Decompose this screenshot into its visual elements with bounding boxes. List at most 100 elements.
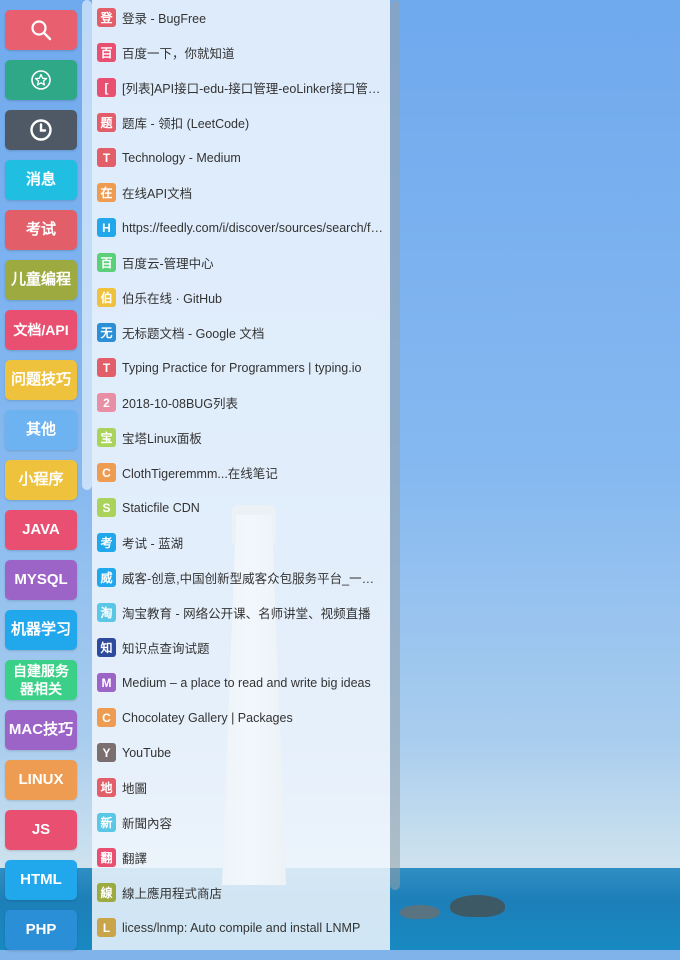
bookmark-title: 百度一下，你就知道 (122, 47, 235, 61)
category-button[interactable]: 问题技巧 (5, 360, 77, 400)
bookmark-item[interactable]: 百百度一下，你就知道 (92, 35, 390, 70)
bookmark-initial-badge: C (97, 463, 116, 482)
bookmark-item[interactable]: 新新聞內容 (92, 805, 390, 840)
bookmark-item[interactable]: 線線上應用程式商店 (92, 875, 390, 910)
bookmark-initial-badge: 新 (97, 813, 116, 832)
category-button[interactable]: 机器学习 (5, 610, 77, 650)
category-button[interactable]: PHP (5, 910, 77, 950)
bookmark-item[interactable]: 伯伯乐在线 · GitHub (92, 280, 390, 315)
category-label: 消息 (25, 171, 56, 188)
category-label: HTML (20, 871, 62, 888)
bookmark-item[interactable]: 2 2018-10-08BUG列表 (92, 385, 390, 420)
category-button[interactable]: JAVA (5, 510, 77, 550)
bookmark-item[interactable]: 在在线API文档 (92, 175, 390, 210)
category-label: 自建服务器相关 (13, 663, 69, 697)
bookmark-item[interactable]: Y YouTube (92, 735, 390, 770)
search-icon (30, 19, 52, 41)
bookmark-item[interactable]: 无无标题文档 - Google 文档 (92, 315, 390, 350)
category-button[interactable]: HTML (5, 860, 77, 900)
category-button[interactable]: 儿童编程 (5, 260, 77, 300)
category-label: JAVA (22, 521, 60, 538)
category-label: 考试 (25, 221, 56, 238)
bookmark-title: 翻譯 (122, 852, 148, 866)
bookmark-item[interactable]: C ClothTigeremmm...在线笔记 (92, 455, 390, 490)
category-button[interactable]: 其他 (5, 410, 77, 450)
bookmark-initial-badge: L (97, 918, 116, 937)
bookmark-item[interactable]: 威威客-创意,中国创新型威客众包服务平台_一品威客网 (92, 560, 390, 595)
category-clock-button[interactable] (5, 110, 77, 150)
bookmark-initial-badge: [ (97, 78, 116, 97)
bookmark-title: 无标题文档 - Google 文档 (122, 327, 265, 341)
category-search-button[interactable] (5, 10, 77, 50)
bookmark-title: 威客-创意,中国创新型威客众包服务平台_一品威客网 (122, 572, 384, 586)
bookmark-initial-badge: 考 (97, 533, 116, 552)
bookmark-initial-badge: S (97, 498, 116, 517)
bookmark-item[interactable]: 淘淘宝教育 - 网络公开课、名师讲堂、视频直播 (92, 595, 390, 630)
bookmark-item[interactable]: M Medium – a place to read and write big … (92, 665, 390, 700)
bookmark-item[interactable]: C Chocolatey Gallery | Packages (92, 700, 390, 735)
bookmark-initial-badge: M (97, 673, 116, 692)
bookmark-panel: 登登录 - BugFree 百百度一下，你就知道[[列表]API接口-edu-接口… (92, 0, 390, 950)
bookmark-item[interactable]: T Typing Practice for Programmers | typin… (92, 350, 390, 385)
bookmark-initial-badge: 宝 (97, 428, 116, 447)
category-label: MAC技巧 (8, 721, 74, 738)
bookmark-initial-badge: 知 (97, 638, 116, 657)
category-button[interactable]: LINUX (5, 760, 77, 800)
bookmark-scrollbar[interactable] (390, 0, 400, 890)
bookmark-title: 知识点查询试题 (122, 642, 210, 656)
bookmark-title: Typing Practice for Programmers | typing… (122, 360, 362, 375)
category-label: 文档/API (13, 322, 69, 338)
bookmark-title: 在线API文档 (122, 187, 193, 201)
bookmark-item[interactable]: 题题库 - 领扣 (LeetCode) (92, 105, 390, 140)
bookmark-title: [列表]API接口-edu-接口管理-eoLinker接口管理平台 (122, 82, 384, 96)
bookmark-item[interactable]: T Technology - Medium (92, 140, 390, 175)
category-button[interactable]: 自建服务器相关 (5, 660, 77, 700)
sidebar-scrollbar[interactable] (82, 0, 92, 490)
category-button[interactable]: 小程序 (5, 460, 77, 500)
bookmark-item[interactable]: 登登录 - BugFree (92, 0, 390, 35)
bookmark-item[interactable]: 翻翻譯 (92, 840, 390, 875)
bookmark-item[interactable]: [ [列表]API接口-edu-接口管理-eoLinker接口管理平台 (92, 70, 390, 105)
clock-icon (29, 118, 53, 142)
bookmark-initial-badge: 百 (97, 253, 116, 272)
bookmark-initial-badge: 在 (97, 183, 116, 202)
bookmark-initial-badge: 无 (97, 323, 116, 342)
bookmark-initial-badge: T (97, 148, 116, 167)
category-star-badge-button[interactable] (5, 60, 77, 100)
category-label: 小程序 (18, 471, 64, 488)
bookmark-initial-badge: 翻 (97, 848, 116, 867)
bookmark-title: 题库 - 领扣 (LeetCode) (122, 117, 250, 131)
category-label: 问题技巧 (10, 371, 71, 388)
category-button[interactable]: 考试 (5, 210, 77, 250)
bookmark-title: 宝塔Linux面板 (122, 432, 202, 446)
bookmark-title: Medium – a place to read and write big i… (122, 675, 371, 690)
bookmark-initial-badge: T (97, 358, 116, 377)
bookmark-title: 線上應用程式商店 (122, 887, 223, 901)
bookmark-item[interactable]: S Staticfile CDN (92, 490, 390, 525)
rock (400, 905, 440, 919)
bookmark-item[interactable]: Llicess/lnmp: Auto compile and install L… (92, 910, 390, 945)
bookmark-title: 新聞內容 (122, 817, 173, 831)
category-button[interactable]: JS (5, 810, 77, 850)
bookmark-item[interactable]: 百百度云-管理中心 (92, 245, 390, 280)
bookmark-initial-badge: 题 (97, 113, 116, 132)
category-button[interactable]: 消息 (5, 160, 77, 200)
bookmark-title: 考试 - 蓝湖 (122, 537, 184, 551)
category-button[interactable]: MAC技巧 (5, 710, 77, 750)
bookmark-item[interactable]: 考考试 - 蓝湖 (92, 525, 390, 560)
bookmark-item[interactable]: 知知识点查询试题 (92, 630, 390, 665)
bookmark-initial-badge: 伯 (97, 288, 116, 307)
bookmark-title: 2018-10-08BUG列表 (122, 397, 239, 411)
category-label: LINUX (18, 771, 64, 788)
category-button[interactable]: 文档/API (5, 310, 77, 350)
bookmark-list: 登登录 - BugFree 百百度一下，你就知道[[列表]API接口-edu-接口… (92, 0, 390, 945)
category-label: PHP (25, 921, 57, 938)
bookmark-initial-badge: 百 (97, 43, 116, 62)
bookmark-item[interactable]: 地地圖 (92, 770, 390, 805)
category-button[interactable]: MYSQL (5, 560, 77, 600)
bookmark-title: https://feedly.com/i/discover/sources/se… (122, 220, 384, 235)
bookmark-item[interactable]: Hhttps://feedly.com/i/discover/sources/s… (92, 210, 390, 245)
bookmark-item[interactable]: 宝宝塔Linux面板 (92, 420, 390, 455)
bookmark-title: 地圖 (122, 782, 148, 796)
bookmark-title: Chocolatey Gallery | Packages (122, 710, 293, 725)
